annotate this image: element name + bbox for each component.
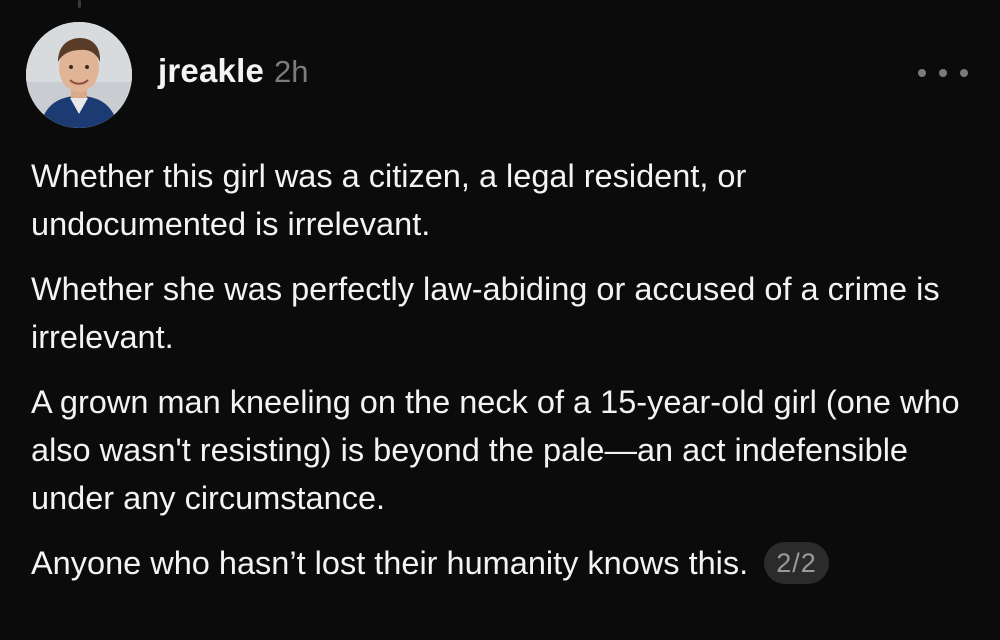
thread-post: jreakle 2h Whether this girl was a citiz… bbox=[0, 0, 1000, 640]
username-link[interactable]: jreakle bbox=[158, 52, 264, 90]
post-paragraph: Whether she was perfectly law-abiding or… bbox=[31, 271, 940, 355]
post-paragraph: A grown man kneeling on the neck of a 15… bbox=[31, 384, 960, 516]
post-last-line: Anyone who hasn’t lost their humanity kn… bbox=[31, 539, 961, 587]
post-header: jreakle 2h bbox=[158, 52, 308, 96]
thread-connector-line bbox=[78, 0, 81, 8]
more-options-button[interactable] bbox=[918, 58, 968, 88]
avatar[interactable] bbox=[26, 22, 132, 128]
more-horizontal-icon-dot bbox=[960, 69, 968, 77]
more-horizontal-icon-dot bbox=[939, 69, 947, 77]
page-indicator-badge: 2/2 bbox=[764, 542, 829, 584]
more-horizontal-icon-dot bbox=[918, 69, 926, 77]
avatar-image bbox=[26, 22, 132, 128]
post-body: Whether this girl was a citizen, a legal… bbox=[31, 152, 961, 587]
post-paragraph: Whether this girl was a citizen, a legal… bbox=[31, 158, 747, 242]
post-paragraph: Anyone who hasn’t lost their humanity kn… bbox=[31, 545, 749, 581]
post-timestamp: 2h bbox=[274, 54, 309, 89]
